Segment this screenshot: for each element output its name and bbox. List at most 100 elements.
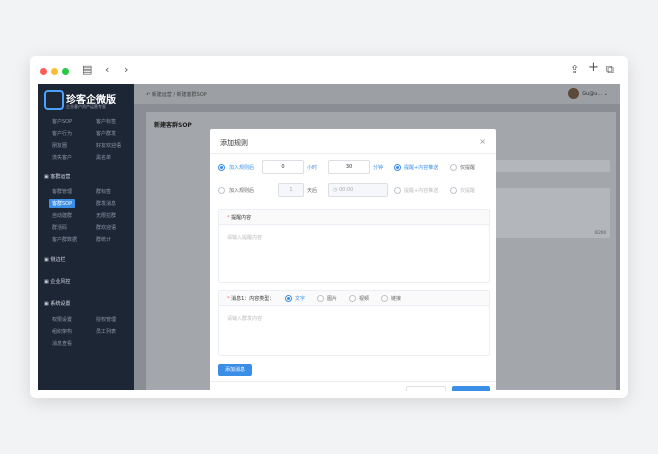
time-picker[interactable]: ◷ 00:00 — [328, 183, 388, 197]
type-label: 视频 — [359, 296, 370, 302]
sidebar-item[interactable]: 群统计 — [96, 236, 111, 243]
rule-type-radio-hours[interactable] — [218, 164, 225, 171]
rule-label: 加入规则后 — [229, 165, 255, 171]
message-label-text: 消息1：内容类型： — [231, 296, 275, 302]
type-radio-image[interactable] — [317, 295, 324, 302]
sidebar-item-active[interactable]: 客群SOP — [49, 199, 76, 208]
remind-label-text: 提醒内容 — [231, 215, 252, 221]
cancel-button[interactable] — [406, 386, 446, 391]
sidebar-item[interactable]: 好友欢迎语 — [96, 142, 121, 149]
sidebar-item[interactable]: 群发消息 — [96, 200, 116, 207]
breadcrumb: ↶ 新建运营 / 新建客群SOP — [146, 92, 207, 98]
dialog-divider — [210, 153, 496, 154]
sidebar-item[interactable]: 授权管理 — [96, 316, 116, 323]
forward-icon[interactable]: › — [124, 64, 128, 76]
rule-label: 加入规则后 — [229, 188, 255, 194]
mode-label: 提醒+内容推送 — [404, 188, 439, 194]
type-label: 链接 — [391, 296, 402, 302]
sidebar-group-label: 侧边栏 — [50, 257, 66, 263]
sidebar-item[interactable]: 黑名单 — [96, 154, 111, 161]
back-icon[interactable]: ‹ — [105, 64, 109, 76]
sidebar-item[interactable]: 客户SOP — [52, 118, 72, 125]
browser-window: ▤ ‹ › ⇪ + ⧉ 珍客企微版 企业客户资产运营专家 客户SOP 客户标签 … — [30, 56, 628, 398]
minutes-input[interactable]: 30 — [328, 160, 370, 174]
tabs-overview-icon[interactable]: ⧉ — [606, 64, 614, 76]
add-rule-dialog: 添加规则 × 加入规则后 0 小时 30 分钟 提醒+内容推送 仅提醒 加入规则… — [210, 129, 496, 391]
days-input[interactable]: 1 — [278, 183, 304, 197]
type-label: 图片 — [327, 296, 338, 302]
user-menu[interactable]: Gu@u... ⌄ — [568, 88, 608, 99]
sidebar-group-sidebar[interactable]: ▣ 侧边栏 — [44, 256, 65, 263]
sidebar-group-risk[interactable]: ▣ 企业风控 — [44, 278, 70, 285]
sidebar-item[interactable]: 客户标签 — [96, 118, 116, 125]
message-label: * 消息1：内容类型： — [227, 296, 275, 302]
sidebar-group-settings[interactable]: ▣ 系统设置 — [44, 300, 70, 307]
message-card: * 消息1：内容类型： 文字 图片 视频 链接 请输入群发内容 — [218, 290, 490, 356]
type-label: 文字 — [295, 296, 306, 302]
page-title: 新建客群SOP — [154, 122, 192, 129]
rule-row-hours: 加入规则后 0 小时 30 分钟 提醒+内容推送 仅提醒 — [218, 160, 488, 176]
type-radio-text[interactable] — [285, 295, 292, 302]
sidebar-item[interactable]: 群标签 — [96, 188, 111, 195]
remind-label: * 提醒内容 — [227, 215, 252, 221]
sidebar-item[interactable]: 客户行为 — [52, 130, 72, 137]
remind-textarea[interactable]: 请输入提醒内容 — [227, 234, 262, 241]
sidebar-group-label: 系统设置 — [50, 301, 71, 307]
mode-label: 提醒+内容推送 — [404, 165, 439, 171]
sidebar-item[interactable]: 客户群数据 — [52, 236, 77, 243]
sidebar-group-label: 企业风控 — [50, 279, 71, 285]
sidebar-item[interactable]: 客群管理 — [52, 188, 72, 195]
share-icon[interactable]: ⇪ — [570, 64, 579, 76]
add-message-button[interactable]: 添加消息 — [218, 364, 252, 376]
mode-radio-remind-only[interactable] — [450, 164, 457, 171]
bg-textarea: 0/200 — [486, 188, 610, 238]
rule-type-radio-days[interactable] — [218, 187, 225, 194]
breadcrumb-text: 新建运营 / 新建客群SOP — [151, 92, 207, 98]
time-value: 00:00 — [338, 187, 354, 193]
sidebar-item[interactable]: 朋友圈 — [52, 142, 67, 149]
dialog-title: 添加规则 — [220, 139, 248, 147]
mode-label: 仅提醒 — [460, 165, 476, 171]
type-radio-video[interactable] — [349, 295, 356, 302]
logo-tagline: 企业客户资产运营专家 — [66, 104, 106, 109]
minimize-dot[interactable] — [51, 68, 58, 75]
sidebar-toggle-icon[interactable]: ▤ — [82, 64, 92, 76]
new-tab-icon[interactable]: + — [588, 61, 599, 74]
minutes-unit: 分钟 — [373, 165, 384, 171]
sidebar-item[interactable]: 权限设置 — [52, 316, 72, 323]
sidebar-item[interactable]: 自动建群 — [52, 212, 72, 219]
close-dot[interactable] — [40, 68, 47, 75]
sidebar-group-label: 客群运营 — [50, 174, 71, 180]
sidebar-group-qunyunying[interactable]: ▣ 客群运营 — [44, 173, 70, 180]
maximize-dot[interactable] — [62, 68, 69, 75]
days-unit: 天后 — [307, 188, 318, 194]
message-textarea[interactable]: 请输入群发内容 — [227, 315, 262, 322]
logo-mark — [44, 90, 64, 110]
browser-chrome: ▤ ‹ › ⇪ + ⧉ — [30, 56, 628, 84]
top-bar: ↶ 新建运营 / 新建客群SOP Gu@u... ⌄ — [134, 84, 620, 104]
sidebar-item[interactable]: 客户群发 — [96, 130, 116, 137]
sidebar-item[interactable]: 群欢迎语 — [96, 224, 116, 231]
close-icon[interactable]: × — [479, 137, 486, 146]
sidebar-item[interactable]: 员工列表 — [96, 328, 116, 335]
bg-input — [486, 160, 610, 172]
confirm-button[interactable] — [452, 386, 490, 391]
hours-unit: 小时 — [307, 165, 318, 171]
sidebar-item[interactable]: 组织架构 — [52, 328, 72, 335]
sidebar-item[interactable]: 消息查看 — [52, 340, 72, 347]
sidebar-item[interactable]: 流失客户 — [52, 154, 72, 161]
card-head: * 消息1：内容类型： 文字 图片 视频 链接 — [219, 291, 489, 306]
footer-divider — [210, 381, 496, 382]
sidebar: 珍客企微版 企业客户资产运营专家 客户SOP 客户标签 客户行为 客户群发 朋友… — [38, 84, 134, 390]
mode-radio-remind-only-2[interactable] — [450, 187, 457, 194]
username: Gu@u... — [582, 91, 603, 97]
mode-radio-remind-push-2[interactable] — [394, 187, 401, 194]
logo: 珍客企微版 企业客户资产运营专家 — [44, 90, 130, 112]
mode-radio-remind-push[interactable] — [394, 164, 401, 171]
hours-input[interactable]: 0 — [262, 160, 304, 174]
avatar — [568, 88, 580, 99]
bg-char-counter: 0/200 — [594, 230, 606, 235]
type-radio-link[interactable] — [381, 295, 388, 302]
sidebar-item[interactable]: 无限拉群 — [96, 212, 116, 219]
sidebar-item[interactable]: 群活码 — [52, 224, 67, 231]
